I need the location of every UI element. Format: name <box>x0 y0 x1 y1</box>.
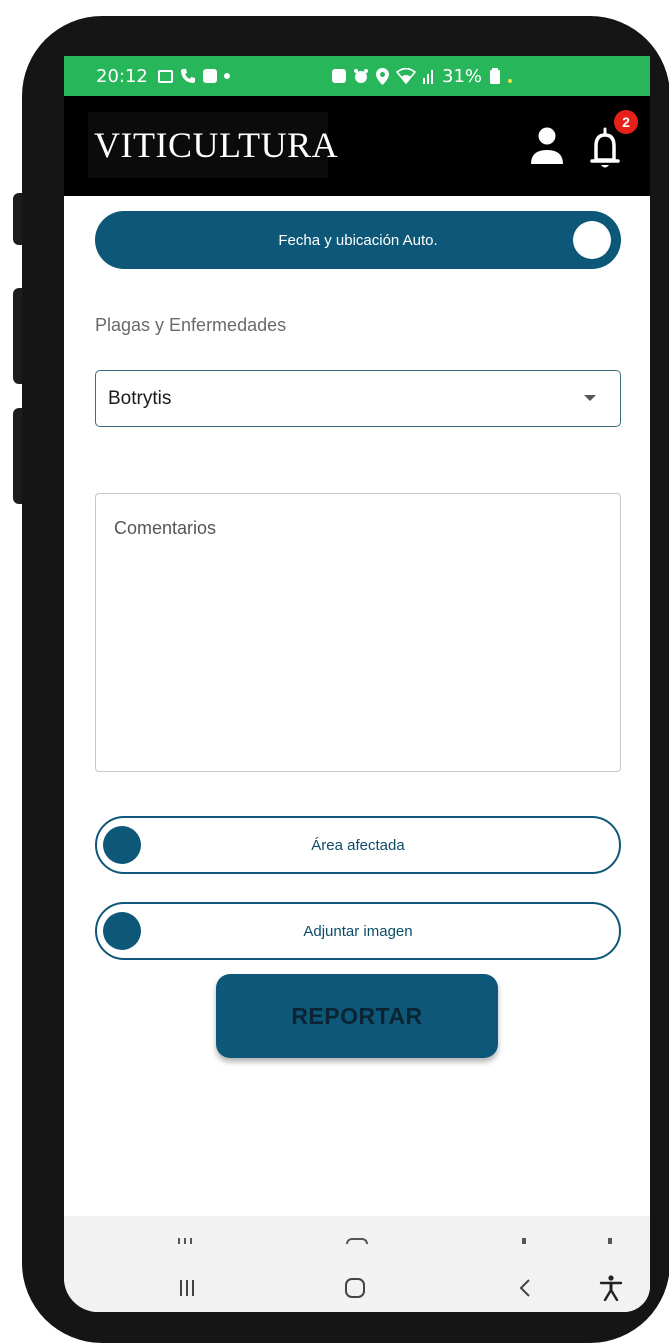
affected-area-toggle[interactable]: Área afectada <box>95 816 621 874</box>
toggle-knob[interactable] <box>103 912 141 950</box>
comments-placeholder: Comentarios <box>114 518 217 538</box>
auto-date-location-toggle[interactable]: Fecha y ubicación Auto. <box>95 211 621 269</box>
home-ghost-icon <box>346 1238 368 1244</box>
charging-dot-icon <box>508 79 513 83</box>
pest-select-value: Botrytis <box>108 387 172 409</box>
comments-textarea[interactable]: Comentarios <box>95 493 621 772</box>
recent-apps-icon[interactable] <box>172 1274 202 1302</box>
status-bar: 20:12 31% <box>64 56 650 96</box>
bell-icon[interactable] <box>590 126 620 170</box>
attach-image-label: Adjuntar imagen <box>303 922 413 940</box>
recent-apps-ghost-icon <box>178 1238 192 1244</box>
system-navigation-bar <box>64 1216 650 1312</box>
app-screen: 20:12 31% VITICULTURA 2 Fecha y ubicació… <box>64 56 650 1312</box>
auto-toggle-label: Fecha y ubicación Auto. <box>278 231 438 249</box>
pest-select[interactable]: Botrytis <box>95 370 621 427</box>
chevron-down-icon[interactable] <box>584 395 596 401</box>
alarm-icon <box>354 69 368 83</box>
accessibility-ghost-icon <box>608 1238 612 1244</box>
system-indicators: 31% <box>332 56 513 96</box>
notification-icons <box>157 68 230 84</box>
home-icon[interactable] <box>340 1274 370 1302</box>
battery-percent: 31% <box>442 65 483 87</box>
pests-section-label: Plagas y Enfermedades <box>95 315 287 335</box>
back-icon[interactable] <box>510 1274 540 1302</box>
toggle-knob[interactable] <box>103 826 141 864</box>
location-icon <box>376 67 389 85</box>
battery-icon <box>490 68 501 84</box>
more-notifications-dot-icon <box>223 73 230 79</box>
report-button[interactable]: REPORTAR <box>216 974 498 1058</box>
wifi-icon <box>396 68 416 84</box>
gallery-icon <box>157 69 173 83</box>
toggle-knob[interactable] <box>573 221 611 259</box>
affected-area-label: Área afectada <box>311 836 405 854</box>
back-ghost-icon <box>522 1238 526 1244</box>
signal-icon <box>423 70 433 84</box>
phone-call-icon <box>180 69 195 83</box>
device-frame: 20:12 31% VITICULTURA 2 Fecha y ubicació… <box>0 0 669 1343</box>
person-icon[interactable] <box>530 126 564 166</box>
status-time: 20:12 <box>96 65 148 87</box>
accessibility-icon[interactable] <box>596 1274 626 1302</box>
lock-icon <box>332 69 346 83</box>
brand-title: VITICULTURA <box>94 125 339 165</box>
app-notification-icon <box>202 69 217 83</box>
app-header: VITICULTURA 2 <box>64 96 650 196</box>
notification-badge: 2 <box>614 110 638 134</box>
attach-image-toggle[interactable]: Adjuntar imagen <box>95 902 621 960</box>
